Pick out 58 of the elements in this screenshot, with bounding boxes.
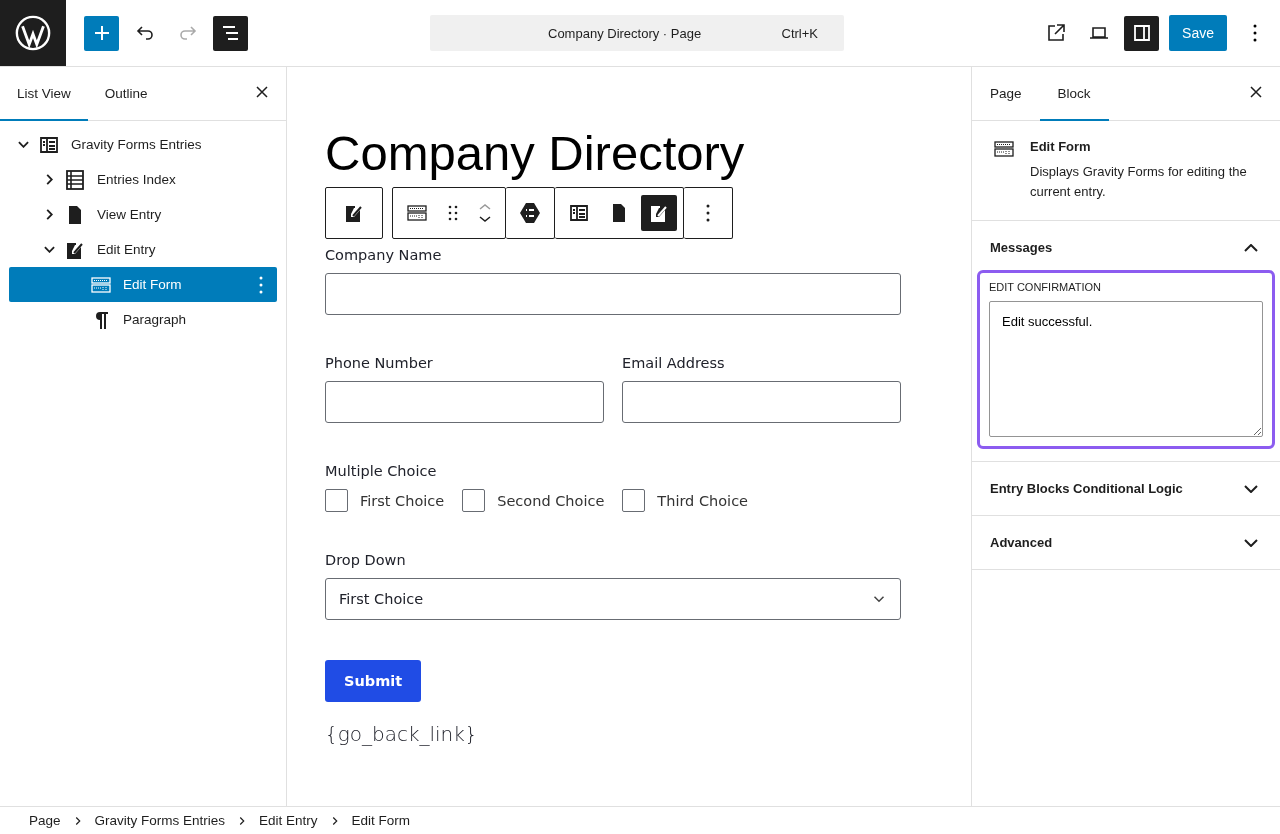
- checkbox-label: First Choice: [360, 492, 445, 509]
- text-input[interactable]: [325, 381, 604, 423]
- more-icon: [259, 275, 263, 294]
- table-icon: [63, 167, 87, 192]
- breadcrumb-link[interactable]: Edit Entry: [259, 813, 318, 828]
- text-input[interactable]: [622, 381, 901, 423]
- field-label: EDIT CONFIRMATION: [989, 281, 1103, 293]
- save-button[interactable]: Save: [1169, 15, 1227, 51]
- panel-tab[interactable]: Outline: [87, 67, 165, 121]
- sidebar-tab[interactable]: Block: [1039, 67, 1109, 121]
- wordpress-logo[interactable]: [0, 0, 66, 66]
- breadcrumb-link[interactable]: Page: [29, 813, 61, 828]
- hexagon-list-icon: [518, 201, 542, 225]
- block-name: Edit Form: [1030, 139, 1092, 154]
- block-description: Displays Gravity Forms for editing the current entry.: [1030, 163, 1248, 201]
- sidebar-tab[interactable]: Page: [972, 67, 1040, 121]
- checkbox[interactable]: [462, 489, 486, 512]
- panel-toggle[interactable]: Messages: [972, 221, 1280, 274]
- list-view-item[interactable]: Paragraph: [9, 302, 277, 337]
- settings-sidebar-button[interactable]: [1124, 15, 1160, 51]
- checkbox-label: Third Choice: [657, 492, 749, 509]
- list-view-item[interactable]: Entries Index: [9, 162, 277, 197]
- list-view-item[interactable]: View Entry: [9, 197, 277, 232]
- chevron-icon: [1244, 243, 1258, 252]
- dropdown-select[interactable]: First Choice: [325, 578, 901, 620]
- chevron-icon: [43, 246, 55, 253]
- page-title: Company Directory: [325, 125, 746, 181]
- toolbar-button[interactable]: [641, 195, 677, 231]
- list-view-item[interactable]: Edit Entry: [9, 232, 277, 267]
- more-icon: [706, 204, 710, 222]
- chevron-icon: [1244, 538, 1258, 547]
- chevron-icon: [1244, 484, 1258, 493]
- breadcrumb-link[interactable]: Edit Form: [351, 813, 411, 828]
- panel-toggle[interactable]: Advanced: [972, 516, 1280, 569]
- breadcrumb-link[interactable]: Gravity Forms Entries: [94, 813, 226, 828]
- more-icon: [1252, 24, 1257, 42]
- submit-button[interactable]: Submit: [325, 660, 422, 702]
- add-block-button[interactable]: [84, 15, 119, 51]
- list-view-item[interactable]: Gravity Forms Entries: [9, 127, 277, 162]
- checkbox[interactable]: [622, 489, 646, 512]
- chevron-icon: [45, 174, 53, 185]
- text-input[interactable]: [325, 273, 901, 315]
- checkbox-label: Second Choice: [497, 492, 605, 509]
- field-label: Multiple Choice: [325, 463, 438, 479]
- panel-tab[interactable]: List View: [0, 67, 88, 121]
- field-label: Phone Number: [325, 355, 434, 371]
- field-label: Drop Down: [325, 552, 407, 568]
- field-label: Company Name: [325, 247, 443, 263]
- command-bar[interactable]: Company Directory · Page Ctrl+K: [430, 15, 844, 51]
- list-view-button[interactable]: [213, 15, 248, 51]
- panel-toggle[interactable]: Entry Blocks Conditional Logic: [972, 462, 1280, 515]
- merge-tag-text: {go_back_link}: [325, 722, 478, 746]
- field-label: Email Address: [622, 355, 726, 371]
- textarea-field[interactable]: Edit successful.: [989, 301, 1263, 437]
- chevron-icon: [17, 141, 29, 148]
- checkbox[interactable]: [325, 489, 348, 512]
- chevron-icon: [45, 209, 53, 220]
- list-view-item[interactable]: Edit Form: [9, 267, 277, 302]
